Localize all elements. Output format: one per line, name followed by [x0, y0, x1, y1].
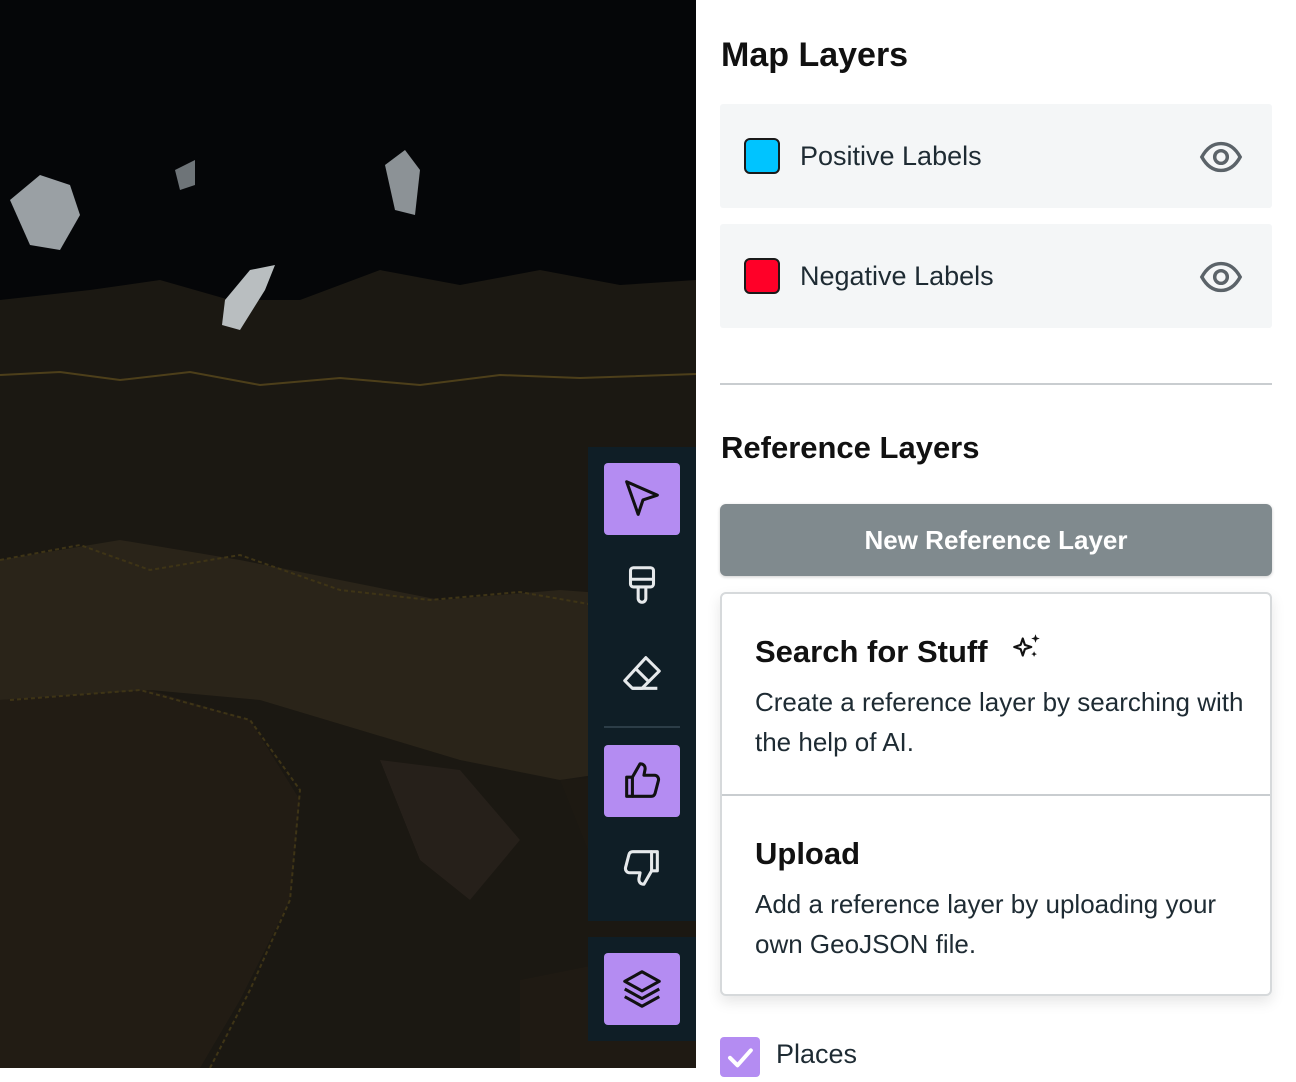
map-layers-heading: Map Layers: [721, 36, 909, 74]
negative-label-button[interactable]: [604, 831, 680, 903]
checkmark-icon: [728, 1048, 753, 1068]
eraser-icon: [623, 656, 661, 690]
toolbar-divider: [604, 726, 680, 728]
thumbs-up-icon: [625, 762, 661, 798]
negative-color-swatch[interactable]: [744, 258, 780, 294]
layers-toolbar: [588, 937, 696, 1041]
layer-label-positive: Positive Labels: [800, 141, 982, 171]
menu-item-search-title: Search for Stuff: [755, 634, 988, 669]
places-checkbox[interactable]: [720, 1037, 760, 1077]
menu-item-upload-title: Upload: [755, 836, 861, 871]
layer-row-negative[interactable]: Negative Labels: [720, 224, 1272, 328]
select-tool-button[interactable]: [604, 463, 680, 535]
eye-icon[interactable]: [1198, 254, 1244, 300]
positive-label-button[interactable]: [604, 745, 680, 817]
sparkles-icon: [1013, 634, 1040, 657]
places-label: Places: [776, 1039, 858, 1069]
eye-icon[interactable]: [1198, 134, 1244, 180]
layers-toggle-button[interactable]: [604, 953, 680, 1025]
menu-item-search[interactable]: Search for Stuff Create a reference laye…: [722, 594, 1270, 794]
reference-layers-heading: Reference Layers: [721, 430, 980, 465]
layer-row-positive[interactable]: Positive Labels: [720, 104, 1272, 208]
cursor-arrow-icon: [625, 480, 659, 516]
drawing-toolbar: [588, 447, 696, 921]
new-reference-layer-menu: Search for Stuff Create a reference laye…: [720, 592, 1272, 996]
paint-brush-icon: [628, 566, 656, 604]
layers-stack-icon: [623, 970, 661, 1008]
positive-color-swatch[interactable]: [744, 138, 780, 174]
paint-tool-button[interactable]: [604, 549, 680, 621]
layers-panel: Map Layers Positive Labels Negative Labe…: [696, 0, 1296, 1077]
menu-item-upload[interactable]: Upload Add a reference layer by uploadin…: [722, 794, 1270, 996]
menu-item-search-description: Create a reference layer by searching wi…: [755, 687, 1244, 757]
thumbs-down-icon: [623, 850, 659, 886]
menu-item-upload-description: Add a reference layer by uploading your …: [755, 889, 1217, 959]
section-divider: [720, 383, 1272, 385]
erase-tool-button[interactable]: [604, 637, 680, 709]
new-reference-layer-button[interactable]: New Reference Layer: [720, 504, 1272, 576]
layer-label-negative: Negative Labels: [800, 261, 994, 291]
